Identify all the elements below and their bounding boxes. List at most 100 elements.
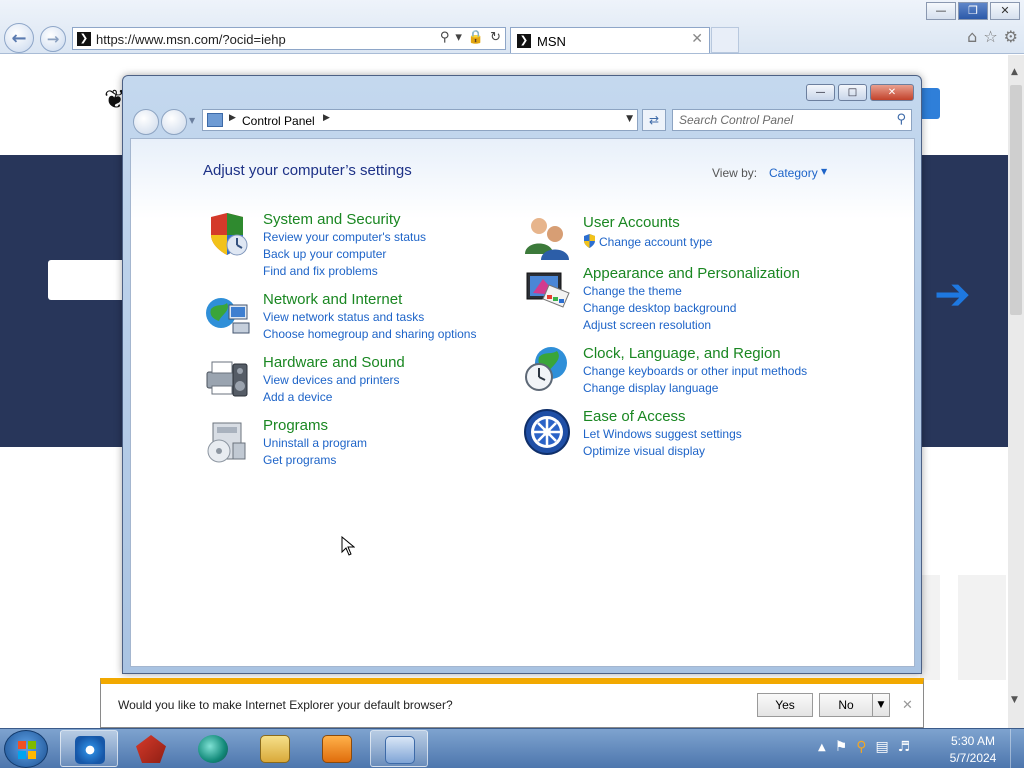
link-network-status[interactable]: View network status and tasks <box>263 310 424 324</box>
cp-content: Adjust your computer’s settings View by:… <box>130 138 915 667</box>
arrow-right-icon[interactable]: ➔ <box>934 269 971 320</box>
chevron-down-icon[interactable]: ▾ <box>455 30 462 45</box>
scroll-up-icon[interactable]: ▲ <box>1011 67 1018 77</box>
cp-maximize-button[interactable]: □ <box>838 84 867 101</box>
category-title[interactable]: Appearance and Personalization <box>583 265 800 282</box>
browser-forward-button[interactable]: → <box>40 26 66 52</box>
new-tab-button[interactable] <box>711 27 739 53</box>
cp-forward-button[interactable] <box>161 109 187 135</box>
clock-date[interactable]: 5/7/2024 <box>946 751 1000 765</box>
control-panel-icon <box>207 113 223 127</box>
search-icon[interactable]: ⚲ <box>440 30 450 45</box>
search-icon[interactable]: ⚲ <box>896 112 906 127</box>
restore-button[interactable]: ❐ <box>958 2 988 20</box>
cp-search-box[interactable]: ⚲ <box>672 109 912 131</box>
browser-window-controls: — ❐ ✕ <box>926 2 1020 20</box>
link-review-status[interactable]: Review your computer's status <box>263 230 426 244</box>
close-button[interactable]: ✕ <box>990 2 1020 20</box>
msn-card <box>920 575 940 680</box>
volume-icon[interactable]: ♬ <box>898 739 911 755</box>
show-desktop-button[interactable] <box>1010 729 1024 768</box>
yes-button[interactable]: Yes <box>757 693 813 717</box>
taskbar-control-panel[interactable] <box>370 730 428 767</box>
link-windows-suggest[interactable]: Let Windows suggest settings <box>583 427 742 441</box>
link-keyboards[interactable]: Change keyboards or other input methods <box>583 364 807 378</box>
no-button[interactable]: No <box>819 693 873 717</box>
search-tray-icon[interactable]: ⚲ <box>856 739 866 755</box>
category-title[interactable]: Hardware and Sound <box>263 354 405 371</box>
start-button[interactable] <box>4 730 48 768</box>
action-center-flag-icon[interactable]: ⚑ <box>835 739 848 755</box>
scroll-thumb[interactable] <box>1010 85 1022 315</box>
cp-address-bar[interactable]: ▶ Control Panel ▶ ▼ <box>202 109 638 131</box>
taskbar-toolbox[interactable] <box>122 730 180 767</box>
msn-search-box[interactable] <box>48 260 128 300</box>
page-title: Adjust your computer’s settings <box>203 162 412 179</box>
chevron-down-icon[interactable]: ▼ <box>821 167 827 176</box>
cp-close-button[interactable]: ✕ <box>870 84 914 101</box>
ease-of-access-icon <box>524 409 570 455</box>
minimize-button[interactable]: — <box>926 2 956 20</box>
category-title[interactable]: Clock, Language, and Region <box>583 345 781 362</box>
link-change-theme[interactable]: Change the theme <box>583 284 682 298</box>
cp-refresh-button[interactable]: ⇄ <box>642 109 666 131</box>
link-add-device[interactable]: Add a device <box>263 390 332 404</box>
url-text[interactable]: https://www.msn.com/?ocid=iehp <box>96 32 286 47</box>
tab-title: MSN <box>537 34 566 49</box>
printer-speaker-icon <box>206 361 248 397</box>
favorites-star-icon[interactable]: ☆ <box>983 27 997 46</box>
taskbar: ▲ ⚑ ⚲ ▤ ♬ 5:30 AM 5/7/2024 <box>0 728 1024 768</box>
link-find-fix[interactable]: Find and fix problems <box>263 264 378 278</box>
programs-disc-icon <box>207 422 246 463</box>
view-by-dropdown[interactable]: Category <box>769 166 818 180</box>
toolbox-icon <box>136 735 166 763</box>
show-hidden-icons-icon[interactable]: ▲ <box>818 739 826 755</box>
link-get-programs[interactable]: Get programs <box>263 453 336 467</box>
breadcrumb[interactable]: Control Panel <box>242 114 315 128</box>
breadcrumb-arrow-icon[interactable]: ▶ <box>229 113 236 123</box>
category-title[interactable]: System and Security <box>263 211 401 228</box>
lock-icon[interactable]: 🔒 <box>468 30 484 45</box>
link-desktop-background[interactable]: Change desktop background <box>583 301 736 315</box>
link-uninstall[interactable]: Uninstall a program <box>263 436 367 450</box>
link-change-account-type[interactable]: Change account type <box>599 235 712 249</box>
gear-icon[interactable]: ⚙ <box>1004 27 1018 46</box>
cp-minimize-button[interactable]: — <box>806 84 835 101</box>
category-title[interactable]: Network and Internet <box>263 291 402 308</box>
system-tray: ▲ ⚑ ⚲ ▤ ♬ <box>818 739 910 755</box>
category-title[interactable]: User Accounts <box>583 214 680 231</box>
home-icon[interactable]: ⌂ <box>967 27 977 46</box>
tab-msn[interactable]: ❯ MSN ✕ <box>510 27 710 53</box>
link-display-language[interactable]: Change display language <box>583 381 718 395</box>
search-input[interactable] <box>679 113 879 127</box>
refresh-icon[interactable]: ↻ <box>490 30 501 45</box>
browser-tools: ⌂ ☆ ⚙ <box>967 27 1018 46</box>
browser-back-button[interactable]: ← <box>4 23 34 53</box>
address-bar[interactable]: ❯ https://www.msn.com/?ocid=iehp ⚲ ▾ 🔒 ↻ <box>72 27 506 50</box>
link-homegroup[interactable]: Choose homegroup and sharing options <box>263 327 476 341</box>
category-title[interactable]: Programs <box>263 417 328 434</box>
cp-back-button[interactable] <box>133 109 159 135</box>
no-options-dropdown-icon[interactable]: ▼ <box>872 693 890 717</box>
link-devices-printers[interactable]: View devices and printers <box>263 373 400 387</box>
clock-time[interactable]: 5:30 AM <box>946 734 1000 748</box>
network-icon[interactable]: ▤ <box>876 739 889 755</box>
taskbar-media-player[interactable] <box>308 730 366 767</box>
address-dropdown-icon[interactable]: ▼ <box>626 114 633 124</box>
recent-pages-chevron-icon[interactable]: ▼ <box>189 116 195 125</box>
control-panel-icon <box>385 736 415 764</box>
taskbar-internet-explorer[interactable] <box>60 730 118 767</box>
category-title[interactable]: Ease of Access <box>583 408 686 425</box>
globe-clock-icon <box>525 347 567 391</box>
link-screen-resolution[interactable]: Adjust screen resolution <box>583 318 711 332</box>
scroll-down-icon[interactable]: ▼ <box>1011 695 1018 705</box>
tab-close-icon[interactable]: ✕ <box>691 31 703 47</box>
close-icon[interactable]: ✕ <box>902 698 913 713</box>
breadcrumb-arrow-icon[interactable]: ▶ <box>323 113 330 123</box>
link-backup[interactable]: Back up your computer <box>263 247 386 261</box>
page-scrollbar[interactable]: ▲ ▼ <box>1008 55 1024 728</box>
mouse-cursor-icon <box>341 536 355 556</box>
link-optimize-display[interactable]: Optimize visual display <box>583 444 705 458</box>
taskbar-app[interactable] <box>184 730 242 767</box>
taskbar-file-explorer[interactable] <box>246 730 304 767</box>
